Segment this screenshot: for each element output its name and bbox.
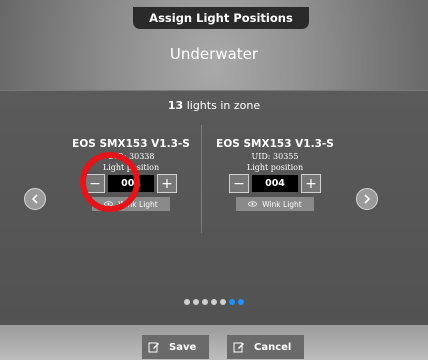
eye-icon	[248, 201, 258, 207]
highlight-circle	[80, 152, 140, 212]
chevron-right-icon	[364, 194, 371, 204]
save-button[interactable]: Save	[142, 335, 209, 359]
pagination-dot[interactable]	[193, 299, 199, 305]
lights-count-number: 13	[167, 99, 184, 112]
light-position-stepper: − 004 +	[200, 174, 350, 193]
previous-page-button[interactable]	[24, 188, 46, 210]
pagination-dots	[0, 299, 428, 305]
cancel-label: Cancel	[254, 341, 292, 353]
pagination-dot[interactable]	[211, 299, 217, 305]
pagination-dot[interactable]	[220, 299, 226, 305]
device-name: EOS SMX153 V1.3-S	[72, 138, 190, 150]
zone-name: Underwater	[169, 45, 259, 63]
light-position-value[interactable]: 004	[252, 175, 298, 192]
decrement-button[interactable]: −	[229, 174, 249, 193]
pagination-dot[interactable]	[238, 299, 244, 305]
wink-light-button[interactable]: Wink Light	[236, 197, 314, 211]
increment-button[interactable]: +	[301, 174, 321, 193]
next-page-button[interactable]	[356, 188, 378, 210]
page-title: Assign Light Positions	[133, 7, 309, 29]
chevron-left-icon	[31, 194, 38, 204]
light-position-label: Light position	[246, 163, 304, 172]
edit-icon	[233, 342, 244, 353]
device-uid: UID: 30355	[251, 152, 299, 161]
bottom-bar	[0, 325, 428, 360]
save-label: Save	[169, 341, 197, 353]
pagination-dot[interactable]	[229, 299, 235, 305]
light-card-2: EOS SMX153 V1.3-S UID: 30355 Light posit…	[200, 138, 350, 211]
edit-icon	[148, 342, 159, 353]
lights-count-label: lights in zone	[183, 99, 261, 112]
wink-light-label: Wink Light	[262, 199, 302, 209]
lights-count: 13 lights in zone	[0, 99, 428, 112]
increment-button[interactable]: +	[157, 174, 177, 193]
cancel-button[interactable]: Cancel	[227, 335, 304, 359]
pagination-dot[interactable]	[202, 299, 208, 305]
device-name: EOS SMX153 V1.3-S	[216, 138, 334, 150]
pagination-dot[interactable]	[184, 299, 190, 305]
